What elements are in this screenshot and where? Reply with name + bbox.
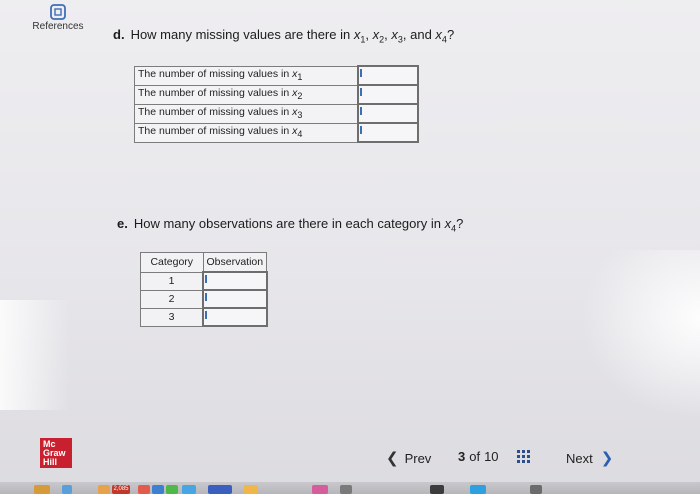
dock-app-icon[interactable]	[208, 485, 232, 494]
page: References d. How many missing values are…	[0, 0, 700, 494]
column-header-category: Category	[140, 252, 204, 273]
category-cell: 1	[140, 271, 204, 291]
dock-app-icon[interactable]	[340, 485, 352, 494]
category-cell: 3	[140, 307, 204, 327]
page-of-label: of	[469, 449, 481, 464]
observation-input-1[interactable]	[202, 271, 268, 291]
prev-label: Prev	[404, 451, 432, 466]
missing-values-table: The number of missing values in x1 The n…	[134, 65, 419, 143]
references-label: References	[32, 21, 84, 32]
variable-subscript: 3	[297, 110, 303, 121]
question-text: How many observations are there in each …	[133, 216, 445, 231]
variable-subscript: 2	[297, 91, 303, 102]
observation-input-2[interactable]	[202, 289, 268, 309]
table-row: The number of missing values in x4	[134, 122, 419, 143]
dock-app-icon[interactable]	[244, 485, 258, 494]
dock-app-icon[interactable]	[470, 485, 486, 494]
dock-app-icon[interactable]	[166, 485, 178, 494]
separator: ,	[365, 27, 369, 42]
answer-input-x2[interactable]	[357, 84, 419, 105]
row-label-text: The number of missing values in	[138, 87, 293, 100]
screen-glare	[0, 300, 70, 410]
dock-app-icon[interactable]	[430, 485, 444, 494]
row-label: The number of missing values in x4	[134, 122, 359, 143]
table-row: 1	[140, 271, 268, 291]
conjunction: and	[406, 27, 436, 42]
table-row: The number of missing values in x3	[134, 103, 419, 124]
next-label: Next	[566, 451, 593, 466]
table-row: 3	[140, 307, 268, 327]
question-number: e.	[117, 216, 128, 231]
question-e: e. How many observations are there in eac…	[117, 216, 463, 234]
table-row: 2	[140, 289, 268, 309]
current-page: 3	[458, 449, 466, 464]
row-label: The number of missing values in x3	[134, 103, 359, 124]
question-mark: ?	[456, 216, 464, 231]
answer-input-x4[interactable]	[357, 122, 419, 143]
text-caret	[360, 69, 362, 77]
question-number: d.	[113, 27, 125, 42]
references-button[interactable]: References	[28, 4, 88, 32]
table-row: The number of missing values in x2	[134, 84, 419, 105]
text-caret	[205, 311, 207, 319]
notification-badge: 2,085	[113, 486, 129, 492]
table-row: The number of missing values in x1	[134, 65, 419, 86]
category-cell: 2	[140, 289, 204, 309]
chevron-left-icon: ❮	[386, 450, 399, 467]
text-caret	[360, 88, 362, 96]
dock: 2,085	[0, 482, 700, 494]
separator: ,	[384, 27, 388, 42]
table-header-row: Category Observation	[140, 252, 268, 273]
dock-app-icon[interactable]: 2,085	[112, 485, 130, 494]
dock-app-icon[interactable]	[312, 485, 328, 494]
chevron-right-icon: ❯	[600, 450, 614, 467]
dock-app-icon[interactable]	[34, 485, 50, 494]
question-d: d. How many missing values are there in x…	[113, 27, 454, 45]
row-label-text: The number of missing values in	[138, 68, 293, 81]
references-icon	[50, 4, 66, 20]
row-label-text: The number of missing values in	[138, 125, 293, 138]
page-indicator: 3 of 10	[458, 449, 499, 464]
prev-button[interactable]: ❮ Prev	[386, 449, 431, 467]
dock-app-icon[interactable]	[62, 485, 72, 494]
text-caret	[205, 275, 207, 283]
text-caret	[205, 293, 207, 301]
row-label-text: The number of missing values in	[138, 106, 293, 119]
row-label: The number of missing values in x2	[134, 84, 359, 105]
dock-app-icon[interactable]	[98, 485, 110, 494]
dock-app-icon[interactable]	[530, 485, 542, 494]
question-text: How many missing values are there in	[130, 27, 354, 42]
column-header-observation: Observation	[202, 252, 268, 273]
screen-glare	[580, 250, 700, 420]
dock-app-icon[interactable]	[182, 485, 196, 494]
observations-table: Category Observation 1 2 3	[140, 252, 268, 327]
variable-subscript: 4	[297, 129, 303, 140]
observation-input-3[interactable]	[202, 307, 268, 327]
text-caret	[360, 126, 362, 134]
logo-text: Hill	[43, 457, 58, 467]
dock-app-icon[interactable]	[138, 485, 150, 494]
next-button[interactable]: Next ❯	[566, 449, 613, 467]
question-mark: ?	[446, 27, 455, 42]
question-grid-icon[interactable]	[517, 450, 531, 464]
answer-input-x3[interactable]	[357, 103, 419, 124]
variable-subscript: 1	[297, 72, 303, 83]
dock-app-icon[interactable]	[152, 485, 164, 494]
answer-input-x1[interactable]	[357, 65, 419, 86]
mcgraw-hill-logo: Mc Graw Hill	[40, 438, 72, 468]
row-label: The number of missing values in x1	[134, 65, 359, 86]
total-pages: 10	[484, 449, 499, 464]
text-caret	[360, 107, 362, 115]
